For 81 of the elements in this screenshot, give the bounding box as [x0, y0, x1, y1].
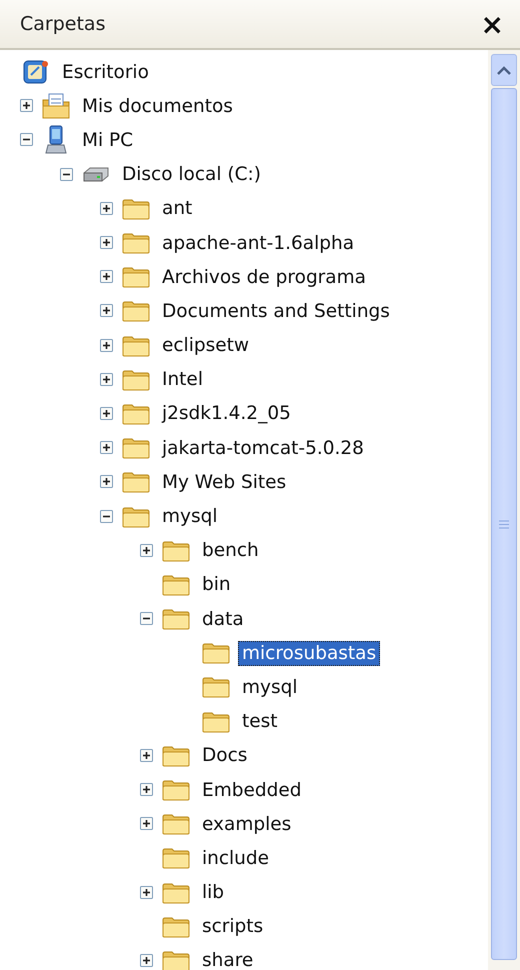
expand-toggle[interactable] — [140, 783, 154, 798]
computer-icon — [43, 125, 69, 156]
tree-item[interactable]: jakarta-tomcat-5.0.28 — [158, 436, 368, 461]
folder-icon — [121, 436, 151, 460]
tree-item[interactable]: My Web Sites — [158, 470, 290, 495]
expand-toggle[interactable] — [140, 748, 154, 763]
tree-item[interactable]: Documents and Settings — [158, 298, 394, 324]
expand-toggle[interactable] — [140, 817, 154, 832]
folder-icon — [161, 948, 191, 970]
tree-item[interactable]: test — [238, 709, 282, 734]
tree-item[interactable]: include — [198, 846, 274, 871]
folder-icon — [161, 572, 191, 597]
folder-icon — [121, 368, 151, 392]
folder-icon — [201, 641, 231, 666]
close-button[interactable]: × — [476, 8, 508, 40]
folder-icon — [161, 778, 191, 802]
folder-icon — [201, 710, 231, 734]
folder-icon — [121, 402, 151, 426]
tree-item[interactable]: mysql — [158, 504, 222, 530]
folder-icon — [161, 538, 191, 563]
tree-item[interactable]: Disco local (C:) — [118, 162, 265, 188]
collapse-toggle[interactable] — [60, 168, 74, 182]
tree-item[interactable]: apache-ant-1.6alpha — [158, 230, 358, 256]
expand-toggle[interactable] — [20, 99, 34, 114]
folder-icon — [161, 744, 191, 768]
expand-toggle[interactable] — [140, 886, 154, 900]
desktop-icon — [22, 59, 50, 86]
tree-item[interactable]: scripts — [198, 914, 268, 940]
scroll-up-button[interactable] — [491, 54, 517, 86]
expand-toggle[interactable] — [140, 544, 154, 558]
expand-toggle[interactable] — [100, 338, 114, 353]
scroll-thumb[interactable] — [491, 88, 517, 960]
tree-item[interactable]: Escritorio — [58, 60, 153, 85]
tree-item[interactable]: lib — [198, 880, 228, 906]
tree-item[interactable]: Embedded — [198, 778, 306, 803]
folder-icon — [161, 880, 191, 905]
collapse-toggle[interactable] — [20, 133, 34, 148]
caret-up-icon — [497, 66, 511, 74]
folder-icon — [161, 846, 191, 870]
panel-title: Carpetas — [20, 13, 106, 35]
folder-icon — [121, 231, 151, 256]
expand-toggle[interactable] — [100, 202, 114, 216]
tree-item[interactable]: microsubastas — [238, 640, 380, 666]
folder-icon — [121, 470, 151, 494]
tree-item[interactable]: mysql — [238, 674, 302, 700]
tree-item[interactable]: bench — [198, 538, 263, 564]
grip-icon — [499, 520, 509, 528]
tree-item[interactable]: ant — [158, 196, 196, 222]
folder-icon — [121, 196, 151, 221]
collapse-toggle[interactable] — [140, 612, 154, 626]
expand-toggle[interactable] — [100, 441, 114, 456]
tree-item[interactable]: data — [198, 606, 248, 632]
tree-item[interactable]: bin — [198, 572, 235, 598]
tree-item[interactable]: Intel — [158, 367, 207, 392]
folder-icon — [161, 812, 191, 836]
tree-item[interactable]: share — [198, 948, 258, 970]
tree-item[interactable]: j2sdk1.4.2_05 — [158, 401, 295, 426]
tree-item[interactable]: Archivos de programa — [158, 264, 370, 290]
folder-icon — [201, 675, 231, 700]
folder-icon — [161, 914, 191, 939]
tree-item[interactable]: examples — [198, 812, 296, 837]
collapse-toggle[interactable] — [100, 510, 114, 524]
tree-item[interactable]: Mi PC — [78, 128, 138, 153]
scrollbar[interactable] — [488, 50, 520, 970]
tree-item[interactable]: Docs — [198, 743, 252, 768]
folder-icon — [121, 504, 151, 529]
expand-toggle[interactable] — [100, 475, 114, 490]
folder-icon — [161, 607, 191, 632]
folder-icon — [121, 334, 151, 358]
expand-toggle[interactable] — [100, 304, 114, 318]
documents-folder-icon — [41, 92, 71, 120]
expand-toggle[interactable] — [100, 372, 114, 387]
folder-icon — [121, 299, 151, 324]
expand-toggle[interactable] — [100, 236, 114, 250]
tree-item[interactable]: eclipsetw — [158, 333, 253, 358]
folder-icon — [121, 265, 151, 290]
expand-toggle[interactable] — [100, 270, 114, 284]
expand-toggle[interactable] — [100, 406, 114, 421]
drive-icon — [81, 166, 111, 184]
tree-item[interactable]: Mis documentos — [78, 94, 237, 119]
expand-toggle[interactable] — [140, 954, 154, 968]
